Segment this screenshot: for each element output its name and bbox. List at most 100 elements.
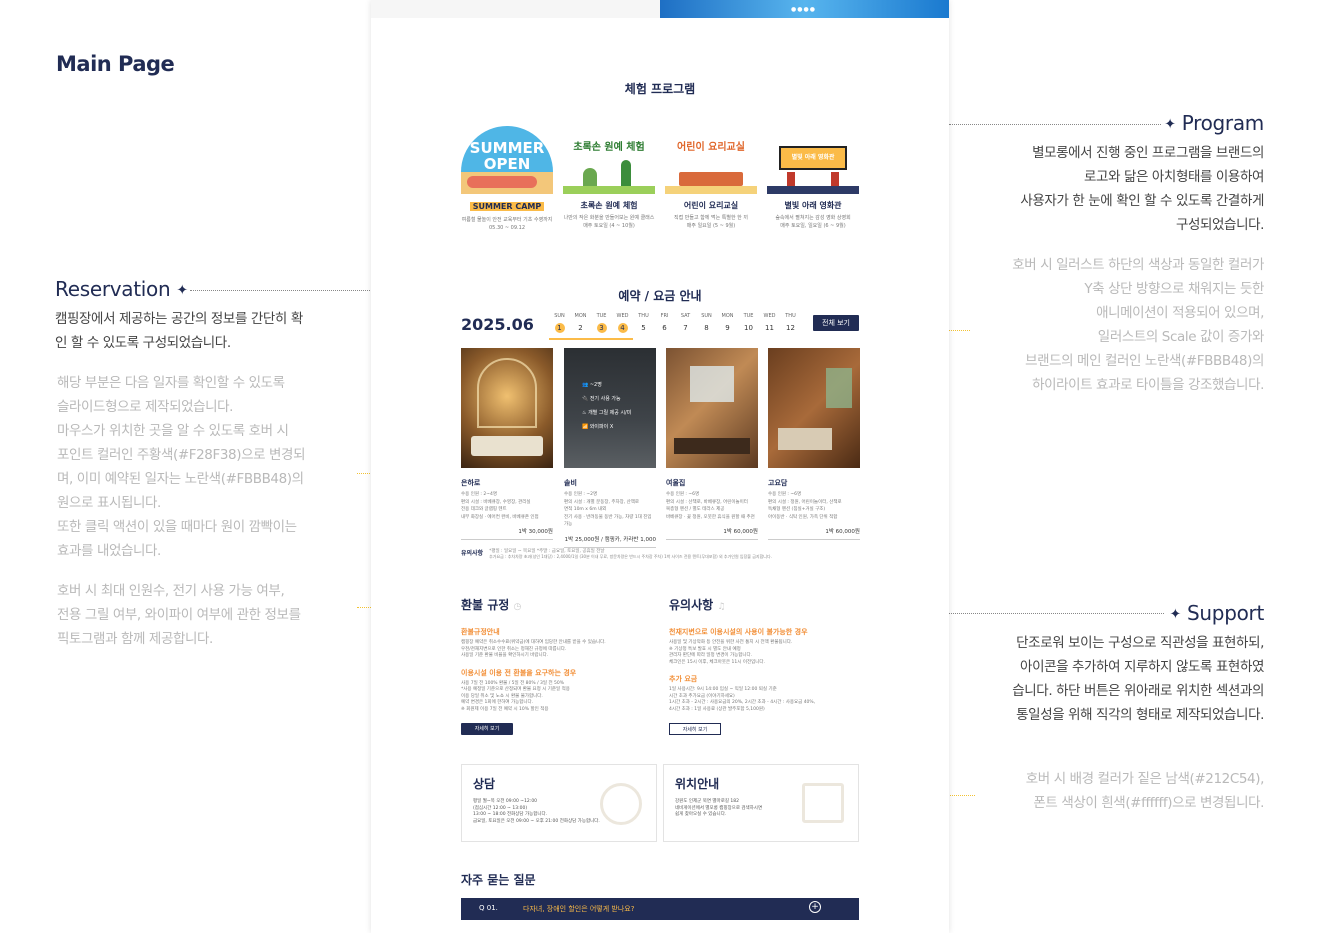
text-line: 수용 인원 : ~6명: [768, 492, 802, 497]
program-desc: 여름철 물놀이 안전 교육부터 기초 수영까지 05.30 ~ 09.12: [461, 216, 553, 232]
calendar-date[interactable]: 6: [654, 323, 675, 333]
program-arch-illustration: SUMMER OPEN: [461, 126, 553, 194]
website-mockup: ●●●● 체험 프로그램 SUMMER OPEN SUMMER CAMP 여름철…: [371, 0, 949, 933]
room-photo-hover-overlay: 👥 ~2명 🔌 전기 사용 가능 ♨ 개별 그릴 제공 시/미 📶 와이파이 X: [564, 348, 656, 468]
text-line: 또한 클릭 액션이 있을 때마다 원이 깜빡이는: [57, 519, 297, 535]
diamond-icon: ✦: [1164, 116, 1176, 133]
text-line: 원으로 표시됩니다.: [57, 495, 161, 511]
room-info: 수용 인원 : ~2명 편의 시설 : 개별 분동장, 주차장, 산책로 면적 …: [564, 491, 656, 529]
text-line: 복층형 펜션 / 별도 테라스 제공: [666, 507, 725, 512]
diamond-icon: ✦: [1169, 606, 1182, 623]
program-card-cooking[interactable]: 어린이 요리교실 어린이 요리교실 직접 만들고 함께 먹는 특별한 한 끼 매…: [665, 126, 757, 230]
calendar-date[interactable]: 1: [549, 323, 570, 333]
program-desc: 직접 만들고 함께 먹는 특별한 한 끼 매주 일요일 (5 ~ 9월): [665, 214, 757, 230]
reservation-heading: Reservation ✦: [55, 277, 188, 301]
faq-item[interactable]: Q 01. 다자녀, 장애인 할인은 어떻게 받나요? +: [461, 898, 859, 920]
calendar-date[interactable]: 8: [696, 323, 717, 333]
room-card-yeouljip[interactable]: 여울집 수용 인원 : ~6명 편의 시설 : 산책로, 바베큐장, 어린이놀이…: [666, 348, 758, 540]
weekday-label: SAT: [680, 313, 691, 319]
date-number: 10: [744, 324, 753, 332]
text-line: 직접 만들고 함께 먹는 특별한 한 끼: [674, 215, 748, 221]
calendar-date[interactable]: 11: [759, 323, 780, 333]
hero-pagination-dots[interactable]: ●●●●: [791, 6, 816, 13]
text-line: 폰트 색상이 흰색(#ffffff)으로 변경됩니다.: [1033, 795, 1264, 811]
program-card-summer[interactable]: SUMMER OPEN SUMMER CAMP 여름철 물놀이 안전 교육부터 …: [461, 126, 553, 232]
expand-plus-icon[interactable]: +: [809, 901, 821, 913]
program-section-title: 체험 프로그램: [624, 82, 696, 96]
program-title: Program: [1181, 111, 1265, 135]
people-icon: 👥 ~2명: [582, 382, 602, 388]
text-line: 브랜드의 메인 컬러인 노란색(#FBBB48)의: [1025, 353, 1264, 369]
program-card-garden[interactable]: 초록손 원예 체험 초록손 원예 체험 나만의 작은 화분을 만들어보는 원예 …: [563, 126, 655, 230]
text-line: 편의 시설 : 바베큐장, 수영장, 관리실: [461, 499, 531, 505]
text-line: Y축 상단 방향으로 채워지는 듯한: [1084, 281, 1264, 297]
consult-text: 평일 월~목 오전 09:00 ~12:00 (점심시간 12:00 ~ 13:…: [473, 799, 600, 825]
reservation-notice: 유의사항 *평일 : 일요일 ~ 목요일 *주말 : 금요일, 토요일, 공휴일…: [461, 548, 861, 560]
reservation-leader-line: [190, 290, 370, 291]
pictogram-label: 개별 그릴 제공 시/미: [588, 410, 632, 416]
text-line: 숲속에서 펼쳐지는 감성 영화 상영회: [775, 215, 851, 221]
refund-text: 사용 7일 전 100% 환불 / 5일 전 80% / 3일 전 50% *사…: [461, 681, 651, 714]
calendar-date[interactable]: 9: [717, 323, 738, 333]
calendar-date[interactable]: 4: [612, 323, 633, 333]
text-line: 쉽게 찾아오실 수 있습니다.: [675, 812, 727, 817]
calendar-date[interactable]: 7: [675, 323, 696, 333]
program-card-cinema[interactable]: 별빛 아래 영화관 별빛 아래 영화관 숲속에서 펼쳐지는 감성 영화 상영회 …: [767, 126, 859, 230]
room-card-goyodam[interactable]: 고요담 수용 인원 : ~6명 편의 시설 : 정원, 어린이놀이터, 산책로 …: [768, 348, 860, 540]
support-note: 호버 시 배경 컬러가 짙은 남색(#212C54), 폰트 색상이 흰색(#f…: [960, 767, 1265, 815]
caution-more-button[interactable]: 자세히 보기: [669, 723, 721, 735]
weekday-label: MON: [721, 313, 734, 319]
program-art-text: 초록손 원예 체험: [573, 142, 645, 153]
location-box[interactable]: 위치안내 강원도 인제군 북면 별마로길 182 네비게이션에서 별모롱 캠핑장…: [663, 764, 859, 842]
room-info: 수용 인원 : ~6명 편의 시설 : 산책로, 바베큐장, 어린이놀이터 복층…: [666, 491, 758, 521]
text-line: 호버 시 최대 인원수, 전기 사용 가능 여부,: [57, 583, 285, 599]
room-card-eunharo[interactable]: 은하로 수용 인원 : 2~4명 편의 시설 : 바베큐장, 수영장, 관리실 …: [461, 348, 553, 540]
weekday-label: THU: [785, 313, 796, 319]
weekday-label: SUN: [701, 313, 712, 319]
location-title: 위치안내: [675, 777, 720, 791]
reservation-note-calendar: 해당 부분은 다음 일자를 확인할 수 있도록 슬라이드형으로 제작되었습니다.…: [57, 371, 347, 563]
text-line: 사용일 기준 환불 비율을 확인하시기 바랍니다.: [461, 653, 549, 658]
caution-panel: 유의사항 ♫ 천재지변으로 이용시설의 사용이 불가능한 경우 사용일 및 기상…: [669, 596, 861, 735]
room-price: 1박 30,000원: [461, 527, 553, 540]
text-line: 05.30 ~ 09.12: [489, 225, 525, 231]
program-note: 호버 시 일러스트 하단의 색상과 동일한 컬러가 Y축 상단 방향으로 채워지…: [960, 253, 1264, 397]
reserved-date-circle: 4: [617, 323, 628, 333]
calendar-date-row: 1 2 3 4 5 6 7 8 9 10 11 12: [549, 323, 801, 333]
diamond-icon: ✦: [176, 282, 188, 299]
room-price: 1박 25,000원 / 캠핑카, 카라반 1,000: [564, 535, 656, 548]
program-name: 어린이 요리교실: [683, 201, 739, 210]
reservation-section-title: 예약 / 요금 안내: [618, 289, 702, 303]
calendar-date[interactable]: 3: [591, 323, 612, 333]
notice-text: *평일 : 일요일 ~ 목요일 *주말 : 금요일, 토요일, 공휴일 전날 추…: [489, 548, 772, 560]
text-line: 구성되었습니다.: [1175, 217, 1264, 233]
weekday-label: WED: [616, 313, 629, 319]
calendar-date[interactable]: 12: [780, 323, 801, 333]
program-art-text: 별빛 아래 영화관: [791, 154, 835, 161]
refund-heading: 이용시설 이용 전 환불을 요구하는 경우: [461, 668, 577, 677]
calendar-date[interactable]: 10: [738, 323, 759, 333]
faq-number: Q 01.: [479, 904, 498, 912]
calendar-strip[interactable]: SUN MON TUE WED THU FRI SAT SUN MON TUE …: [549, 313, 801, 333]
text-line: 매주 토요일, 일요일 (6 ~ 9월): [780, 223, 846, 229]
text-line: 매주 토요일 (4 ~ 10월): [583, 223, 635, 229]
text-line: 여름철 물놀이 안전 교육부터 기초 수영까지: [461, 217, 553, 223]
view-all-button[interactable]: 전체 보기: [813, 315, 859, 331]
calendar-day-row: SUN MON TUE WED THU FRI SAT SUN MON TUE …: [549, 313, 801, 319]
consult-box[interactable]: 상담 평일 월~목 오전 09:00 ~12:00 (점심시간 12:00 ~ …: [461, 764, 657, 842]
program-arch-illustration: 초록손 원예 체험: [563, 126, 655, 194]
room-price: 1박 60,000원: [666, 527, 758, 540]
date-number: 12: [786, 324, 795, 332]
calendar-date[interactable]: 2: [570, 323, 591, 333]
weekday-label: WED: [763, 313, 776, 319]
calendar-date[interactable]: 5: [633, 323, 654, 333]
text-line: 단조로워 보이는 구성으로 직관성을 표현하되,: [1016, 635, 1264, 651]
caution-title: 유의사항 ♫: [669, 596, 861, 613]
text-line: 습니다. 하단 버튼은 위아래로 위치한 섹션과의: [1012, 683, 1264, 699]
date-number: 6: [662, 324, 667, 332]
text-line: 마우스가 위치한 곳을 알 수 있도록 호버 시: [57, 423, 289, 439]
text-line: 일러스트의 Scale 값이 증가와: [1097, 329, 1265, 345]
room-card-solbi[interactable]: 👥 ~2명 🔌 전기 사용 가능 ♨ 개별 그릴 제공 시/미 📶 와이파이 X…: [564, 348, 656, 548]
plug-icon: 🔌 전기 사용 가능: [582, 396, 621, 402]
refund-more-button[interactable]: 자세히 보기: [461, 723, 513, 735]
